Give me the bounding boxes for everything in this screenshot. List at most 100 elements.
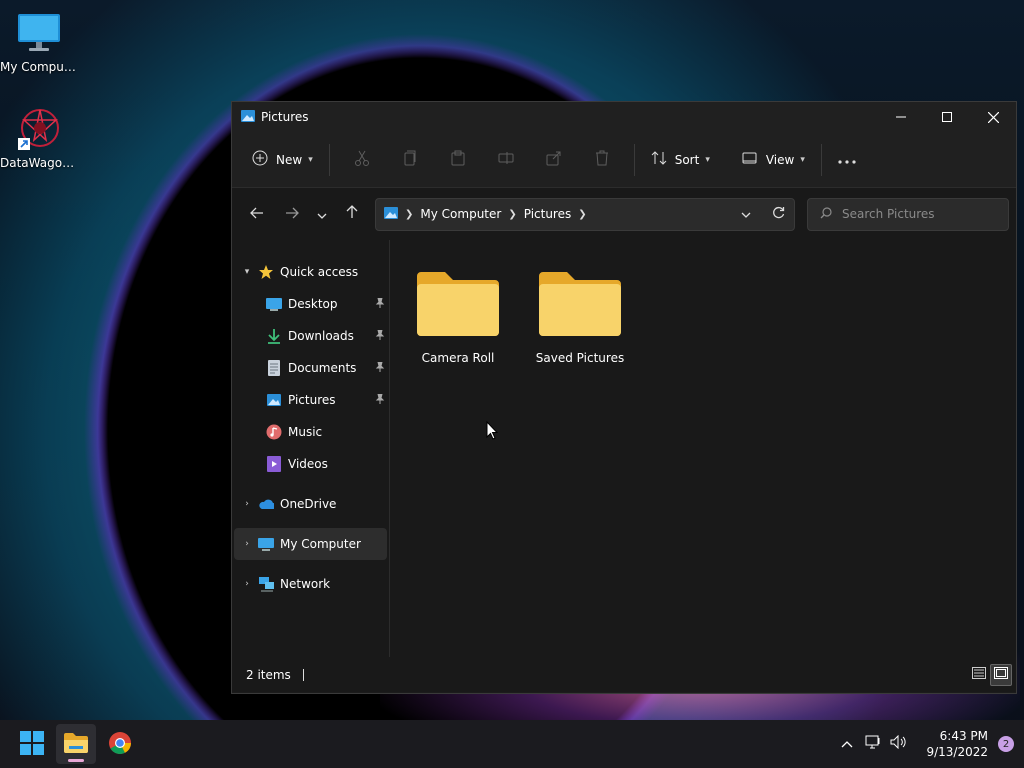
sidebar-item-downloads[interactable]: Downloads — [232, 320, 389, 352]
volume-button[interactable] — [886, 734, 912, 753]
details-list-icon — [972, 667, 986, 682]
copy-button[interactable] — [386, 144, 434, 176]
address-bar[interactable]: ❯ My Computer ❯ Pictures ❯ — [375, 197, 795, 231]
chevron-right-icon: ❯ — [508, 208, 517, 220]
sidebar-item-label: Documents — [288, 361, 357, 375]
sidebar-item-videos[interactable]: Videos — [232, 448, 389, 480]
star-icon — [258, 264, 274, 280]
refresh-icon — [772, 206, 785, 222]
navigation-bar: ❯ My Computer ❯ Pictures ❯ — [232, 188, 1016, 240]
arrow-left-icon — [250, 205, 264, 223]
sidebar-item-label: Network — [280, 577, 331, 591]
view-button[interactable]: View ▾ — [734, 144, 813, 176]
folder-item-camera-roll[interactable]: Camera Roll — [408, 270, 508, 365]
desktop-icon-datawagon[interactable]: DataWagon... — [0, 106, 78, 170]
file-explorer-window: Pictures New ▾ Sort ▾ View ▾ ❯ My Comput… — [231, 101, 1017, 694]
mouse-cursor — [486, 420, 499, 443]
toolbar-divider — [633, 143, 635, 176]
large-icons-view-button[interactable] — [990, 663, 1012, 686]
sidebar-item-my-computer[interactable]: › My Computer — [234, 528, 387, 560]
chrome-icon — [108, 731, 132, 758]
share-button[interactable] — [530, 144, 578, 176]
folder-icon — [537, 272, 623, 341]
search-box[interactable] — [807, 197, 1009, 231]
cloud-icon — [258, 496, 274, 512]
sidebar-item-music[interactable]: Music — [232, 416, 389, 448]
details-view-button[interactable] — [968, 664, 990, 686]
up-button[interactable] — [337, 199, 367, 229]
taskbar-file-explorer[interactable] — [56, 724, 96, 764]
sidebar-item-onedrive[interactable]: › OneDrive — [232, 488, 389, 520]
sidebar-item-network[interactable]: › Network — [232, 568, 389, 600]
network-icon — [258, 576, 274, 592]
scissors-icon — [354, 150, 370, 169]
sidebar-item-quick-access[interactable]: ▾ Quick access — [232, 256, 389, 288]
chevron-up-icon — [841, 737, 853, 752]
search-input[interactable] — [842, 207, 992, 221]
back-button[interactable] — [242, 199, 272, 229]
title-bar[interactable]: Pictures — [232, 102, 1016, 132]
breadcrumb-my-computer[interactable]: My Computer — [420, 207, 501, 221]
recent-locations-button[interactable] — [307, 199, 337, 229]
command-bar: New ▾ Sort ▾ View ▾ — [232, 132, 1016, 188]
speaker-icon — [890, 734, 908, 753]
desktop-icon-my-computer[interactable]: My Computer — [0, 10, 78, 74]
sidebar-item-label: My Computer — [280, 537, 361, 551]
system-tray: 6:43 PM 9/13/2022 2 — [834, 728, 1024, 760]
chevron-right-icon[interactable]: › — [236, 539, 258, 549]
rename-button[interactable] — [482, 144, 530, 176]
paste-button[interactable] — [434, 144, 482, 176]
chevron-right-icon: ❯ — [405, 208, 414, 220]
desktop-icon-label: My Computer — [0, 60, 78, 74]
refresh-button[interactable] — [762, 206, 794, 222]
more-dots-icon — [838, 153, 856, 167]
share-icon — [546, 150, 562, 169]
breadcrumb-pictures[interactable]: Pictures — [524, 207, 572, 221]
sort-button-label: Sort — [674, 152, 700, 167]
cut-button[interactable] — [338, 144, 386, 176]
pictures-icon — [241, 109, 255, 126]
maximize-button[interactable] — [924, 102, 970, 132]
minimize-button[interactable] — [878, 102, 924, 132]
chevron-right-icon[interactable]: ❯ — [578, 209, 586, 220]
chevron-down-icon: ▾ — [800, 154, 805, 165]
pictures-icon — [266, 392, 282, 408]
new-button[interactable]: New ▾ — [244, 144, 321, 176]
chevron-right-icon[interactable]: › — [236, 499, 258, 509]
tiles-icon — [994, 667, 1008, 682]
view-icon — [742, 150, 758, 169]
sidebar-item-desktop[interactable]: Desktop — [232, 288, 389, 320]
search-icon — [820, 206, 832, 222]
pin-icon — [375, 297, 385, 311]
notification-badge[interactable]: 2 — [998, 736, 1014, 752]
file-list[interactable]: Camera Roll Saved Pictures — [390, 240, 1016, 657]
arrow-up-icon — [346, 205, 358, 223]
video-icon — [266, 456, 282, 472]
pin-icon — [375, 393, 385, 407]
item-count: 2 items — [246, 667, 291, 682]
see-more-button[interactable] — [830, 144, 864, 176]
toolbar-divider — [328, 143, 330, 176]
sidebar-item-documents[interactable]: Documents — [232, 352, 389, 384]
sidebar-item-pictures[interactable]: Pictures — [232, 384, 389, 416]
trash-icon — [594, 150, 610, 169]
start-button[interactable] — [12, 724, 52, 764]
chevron-down-icon[interactable]: ▾ — [236, 267, 258, 277]
show-hidden-icons-button[interactable] — [834, 737, 860, 752]
delete-button[interactable] — [578, 144, 626, 176]
clock[interactable]: 6:43 PM 9/13/2022 — [926, 728, 988, 760]
folder-item-saved-pictures[interactable]: Saved Pictures — [530, 270, 630, 365]
close-button[interactable] — [970, 102, 1016, 132]
sidebar-item-label: Videos — [288, 457, 328, 471]
forward-button[interactable] — [277, 199, 307, 229]
clock-time: 6:43 PM — [939, 729, 988, 743]
chevron-right-icon[interactable]: › — [236, 579, 258, 589]
windows-logo-icon — [20, 730, 44, 758]
pictures-icon — [384, 206, 398, 223]
network-status-button[interactable] — [860, 735, 886, 753]
address-history-button[interactable] — [730, 207, 762, 221]
taskbar-chrome[interactable] — [100, 724, 140, 764]
view-button-label: View — [765, 152, 795, 167]
sort-button[interactable]: Sort ▾ — [643, 144, 718, 176]
chevron-down-icon: ▾ — [705, 154, 710, 165]
